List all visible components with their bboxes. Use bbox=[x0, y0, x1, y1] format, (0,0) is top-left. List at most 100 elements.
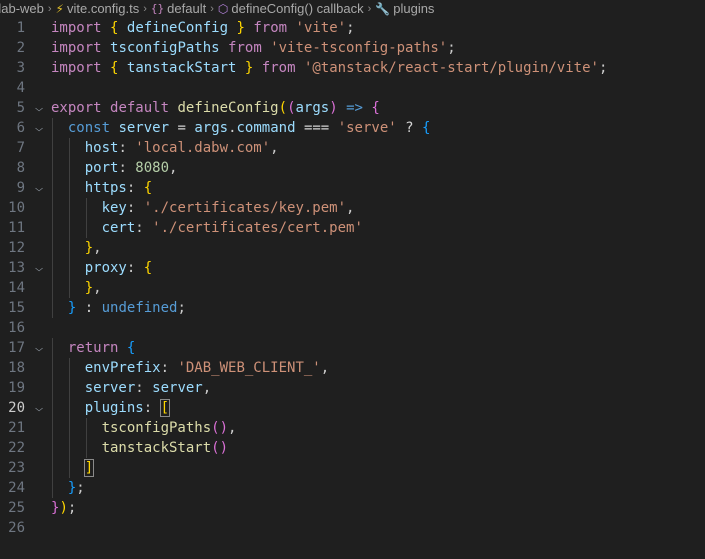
line-number: 22 bbox=[8, 440, 25, 456]
code-line[interactable]: 21 tsconfigPaths(), bbox=[0, 418, 705, 438]
code-text[interactable]: }, bbox=[51, 238, 102, 258]
code-line[interactable]: 10 key: './certificates/key.pem', bbox=[0, 198, 705, 218]
code-text[interactable]: https: { bbox=[51, 178, 152, 198]
code-line[interactable]: 22 tanstackStart() bbox=[0, 438, 705, 458]
breadcrumb-item[interactable]: ⬡ defineConfig() callback bbox=[218, 1, 364, 16]
code-line[interactable]: 1 import { defineConfig } from 'vite'; bbox=[0, 18, 705, 38]
code-text[interactable]: cert: './certificates/cert.pem' bbox=[51, 218, 363, 238]
code-line[interactable]: 5 ⌵ export default defineConfig((args) => … bbox=[0, 98, 705, 118]
namespace-icon: {} bbox=[150, 2, 165, 15]
code-line[interactable]: 13 ⌵ proxy: { bbox=[0, 258, 705, 278]
fold-chevron-icon[interactable]: ⌵ bbox=[31, 258, 47, 278]
line-number: 17 bbox=[8, 340, 25, 356]
code-text[interactable]: import { defineConfig } from 'vite'; bbox=[51, 18, 355, 38]
fold-chevron-icon[interactable]: ⌵ bbox=[31, 398, 47, 418]
code-token: => bbox=[346, 100, 363, 116]
line-number: 16 bbox=[8, 320, 25, 336]
breadcrumb-item[interactable]: ⚡ vite.config.ts bbox=[56, 1, 140, 16]
code-text[interactable]: ] bbox=[51, 458, 95, 478]
code-line[interactable]: 15 } : undefined; bbox=[0, 298, 705, 318]
line-number: 13 bbox=[8, 260, 25, 276]
code-text[interactable]: }; bbox=[51, 478, 85, 498]
code-editor[interactable]: dab-web›⚡vite.config.ts›{}default›⬡defin… bbox=[0, 0, 705, 559]
line-number: 15 bbox=[8, 300, 25, 316]
line-number: 26 bbox=[8, 520, 25, 536]
code-line[interactable]: 3 import { tanstackStart } from '@tanstac… bbox=[0, 58, 705, 78]
code-line[interactable]: 4 bbox=[0, 78, 705, 98]
code-token: server bbox=[84, 380, 136, 396]
fold-chevron-icon[interactable]: ⌵ bbox=[31, 178, 47, 198]
code-text[interactable]: import tsconfigPaths from 'vite-tsconfig… bbox=[51, 38, 456, 58]
code-line[interactable]: 17 ⌵ return { bbox=[0, 338, 705, 358]
code-text[interactable]: host: 'local.dabw.com', bbox=[51, 138, 279, 158]
code-text[interactable]: port: 8080, bbox=[51, 158, 178, 178]
code-text[interactable]: envPrefix: 'DAB_WEB_CLIENT_', bbox=[51, 358, 329, 378]
code-text[interactable]: key: './certificates/key.pem', bbox=[51, 198, 355, 218]
code-line[interactable]: 18 envPrefix: 'DAB_WEB_CLIENT_', bbox=[0, 358, 705, 378]
code-line[interactable]: 12 }, bbox=[0, 238, 705, 258]
code-token: from bbox=[253, 20, 288, 36]
breadcrumb-item[interactable]: 🔧 plugins bbox=[375, 1, 434, 16]
code-text[interactable]: export default defineConfig((args) => { bbox=[51, 98, 380, 118]
breadcrumb-item[interactable]: dab-web bbox=[0, 1, 44, 16]
code-text[interactable]: }, bbox=[51, 278, 102, 298]
code-text[interactable]: tsconfigPaths(), bbox=[51, 418, 237, 438]
code-token: { bbox=[143, 180, 153, 196]
line-number: 18 bbox=[8, 360, 25, 376]
code-text[interactable]: plugins: [ bbox=[51, 398, 171, 418]
code-line[interactable]: 14 }, bbox=[0, 278, 705, 298]
line-number: 19 bbox=[8, 380, 25, 396]
code-text[interactable]: proxy: { bbox=[51, 258, 152, 278]
code-token: import bbox=[51, 40, 102, 56]
code-line[interactable]: 19 server: server, bbox=[0, 378, 705, 398]
code-token: ; bbox=[346, 20, 355, 36]
code-token: tanstackStart bbox=[101, 440, 212, 456]
code-token: : bbox=[160, 360, 178, 376]
code-token: ] bbox=[83, 459, 95, 477]
code-text[interactable]: const server = args.command === 'serve' … bbox=[51, 118, 431, 138]
code-text[interactable]: } : undefined; bbox=[51, 298, 186, 318]
code-line[interactable]: 20 ⌵ plugins: [ bbox=[0, 398, 705, 418]
code-line[interactable]: 16 bbox=[0, 318, 705, 338]
line-number: 5 bbox=[16, 100, 25, 116]
code-text[interactable]: return { bbox=[51, 338, 135, 358]
code-line[interactable]: 26 bbox=[0, 518, 705, 538]
code-line[interactable]: 9 ⌵ https: { bbox=[0, 178, 705, 198]
code-token: args bbox=[194, 120, 229, 136]
code-token: , bbox=[346, 200, 355, 216]
fold-chevron-icon[interactable]: ⌵ bbox=[31, 98, 47, 118]
code-line[interactable]: 24 }; bbox=[0, 478, 705, 498]
code-token: server bbox=[118, 120, 170, 136]
code-line[interactable]: 23 ] bbox=[0, 458, 705, 478]
code-token: : bbox=[143, 400, 161, 416]
fold-chevron-icon[interactable]: ⌵ bbox=[31, 338, 47, 358]
code-token: tsconfigPaths bbox=[101, 420, 212, 436]
code-token: 'vite' bbox=[295, 20, 347, 36]
code-line[interactable]: 2 import tsconfigPaths from 'vite-tsconfi… bbox=[0, 38, 705, 58]
code-text[interactable]: import { tanstackStart } from '@tanstack… bbox=[51, 58, 607, 78]
code-token: tsconfigPaths bbox=[110, 40, 220, 56]
chevron-right-icon: › bbox=[47, 2, 52, 15]
line-number: 21 bbox=[8, 420, 25, 436]
fold-chevron-icon[interactable]: ⌵ bbox=[31, 118, 47, 138]
code-text[interactable]: tanstackStart() bbox=[51, 438, 228, 458]
code-text[interactable]: }); bbox=[51, 498, 76, 518]
code-line[interactable]: 11 cert: './certificates/cert.pem' bbox=[0, 218, 705, 238]
line-number: 23 bbox=[8, 460, 25, 476]
code-line[interactable]: 7 host: 'local.dabw.com', bbox=[0, 138, 705, 158]
code-line[interactable]: 6 ⌵ const server = args.command === 'serv… bbox=[0, 118, 705, 138]
code-line[interactable]: 25}); bbox=[0, 498, 705, 518]
breadcrumb-item[interactable]: {} default bbox=[151, 1, 206, 16]
code-line[interactable]: 8 port: 8080, bbox=[0, 158, 705, 178]
code-token: import bbox=[51, 60, 102, 76]
code-token: : bbox=[84, 300, 94, 316]
code-token: plugins bbox=[84, 400, 144, 416]
function-icon: ⬡ bbox=[217, 1, 229, 16]
code-text[interactable]: server: server, bbox=[51, 378, 211, 398]
